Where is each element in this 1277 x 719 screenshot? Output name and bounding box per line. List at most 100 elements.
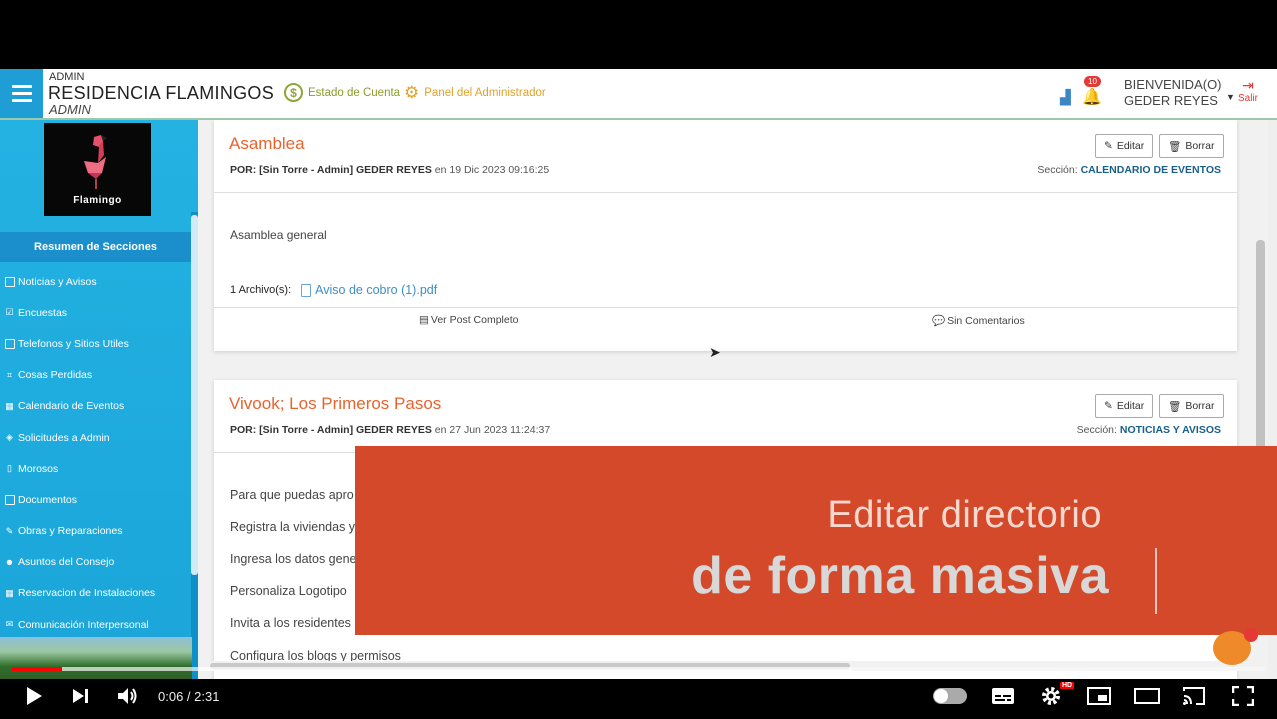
autoplay-toggle[interactable] bbox=[932, 684, 968, 708]
sidebar-photo bbox=[0, 637, 192, 679]
post-date: en 27 Jun 2023 11:24:37 bbox=[431, 424, 551, 436]
list-item: Personaliza Logotipo bbox=[230, 584, 347, 598]
cast-icon bbox=[1183, 687, 1205, 705]
sidebar: Flamingo Resumen de Secciones Noticias y… bbox=[0, 120, 198, 679]
view-label: Ver Post Completo bbox=[430, 314, 519, 326]
nav-panel-administrador[interactable]: ⚙ Panel del Administrador bbox=[404, 83, 546, 103]
trash-icon: 🗑 bbox=[1168, 140, 1182, 153]
flamingo-logo: Flamingo bbox=[44, 123, 151, 216]
next-button[interactable] bbox=[69, 684, 93, 708]
mouse-cursor-icon: ➤ bbox=[709, 344, 721, 360]
sidebar-item-calendario[interactable]: ▦ Calendario de Eventos bbox=[4, 391, 191, 422]
post-author: POR: [Sin Torre - Admin] GEDER REYES bbox=[230, 164, 432, 176]
buffered-bar bbox=[62, 667, 852, 671]
play-icon bbox=[27, 687, 42, 705]
subtitles-button[interactable] bbox=[990, 684, 1016, 708]
caret-down-icon[interactable]: ▼ bbox=[1226, 92, 1235, 102]
post-section: Sección: NOTICIAS Y AVISOS bbox=[1077, 424, 1221, 436]
sidebar-item-morosos[interactable]: ▯ Morosos bbox=[4, 453, 191, 484]
fullscreen-icon bbox=[1232, 686, 1254, 706]
divider bbox=[214, 307, 1237, 308]
section-label: Sección: bbox=[1076, 424, 1120, 436]
flamingo-icon bbox=[84, 135, 107, 189]
sidebar-item-label: Telefonos y Sitios Utiles bbox=[18, 337, 129, 350]
chart-icon[interactable]: ▟ bbox=[1060, 89, 1071, 106]
sidebar-item-label: Cosas Perdidas bbox=[18, 369, 93, 382]
post-title[interactable]: Vivook; Los Primeros Pasos bbox=[229, 394, 441, 414]
miniplayer-button[interactable] bbox=[1086, 684, 1112, 708]
user-menu[interactable]: BIENVENIDA(O) GEDER REYES bbox=[1124, 77, 1222, 109]
player-controls: 0:06 / 2:31 HD bbox=[0, 676, 1277, 719]
edit-button[interactable]: ✎ Editar bbox=[1095, 394, 1154, 418]
site-subtitle: ADMIN bbox=[49, 102, 91, 117]
sidebar-item-obras[interactable]: ✎ Obras y Reparaciones bbox=[4, 516, 191, 547]
comment-icon: 💬 bbox=[932, 315, 946, 327]
delete-label: Borrar bbox=[1185, 140, 1215, 152]
list-item: Ingresa los datos gene bbox=[230, 552, 357, 566]
square-icon bbox=[4, 338, 15, 349]
sidebar-scrollbar-thumb[interactable] bbox=[191, 215, 198, 575]
post-body: Asamblea general bbox=[230, 228, 327, 242]
cast-button[interactable] bbox=[1181, 684, 1207, 708]
sidebar-item-encuestas[interactable]: ☑ Encuestas bbox=[4, 297, 191, 328]
pencil-icon: ✎ bbox=[1104, 400, 1113, 412]
sidebar-item-asuntos[interactable]: ☻ Asuntos del Consejo bbox=[4, 547, 191, 578]
sidebar-item-label: Noticias y Avisos bbox=[18, 275, 97, 288]
attachment-link[interactable]: Aviso de cobro (1).pdf bbox=[301, 283, 437, 297]
text-cursor bbox=[1155, 548, 1157, 614]
section-value[interactable]: CALENDARIO DE EVENTOS bbox=[1081, 164, 1221, 176]
next-icon bbox=[73, 689, 88, 703]
binoculars-icon: ⌗ bbox=[6, 369, 13, 380]
view-full-post-link[interactable]: ▤ Ver Post Completo bbox=[419, 314, 518, 326]
trash-icon: 🗑 bbox=[1168, 400, 1182, 413]
sidebar-item-documentos[interactable]: Documentos bbox=[4, 484, 191, 515]
hamburger-line bbox=[11, 99, 32, 102]
header-icons: ▟ 🔔 10 bbox=[1060, 76, 1102, 109]
subtitles-icon bbox=[992, 688, 1014, 704]
sidebar-item-solicitudes[interactable]: ◈ Solicitudes a Admin bbox=[4, 422, 191, 453]
sidebar-item-label: Documentos bbox=[18, 493, 77, 506]
edit-button[interactable]: ✎ Editar bbox=[1095, 134, 1154, 158]
delete-button[interactable]: 🗑 Borrar bbox=[1159, 134, 1224, 158]
edit-label: Editar bbox=[1116, 140, 1145, 152]
play-button[interactable] bbox=[22, 684, 46, 708]
fullscreen-button[interactable] bbox=[1230, 684, 1256, 708]
sidebar-item-comunicacion[interactable]: ✉ Comunicación Interpersonal bbox=[4, 609, 191, 640]
sidebar-item-reservacion[interactable]: ▦ Reservacion de Instalaciones bbox=[4, 578, 191, 609]
sidebar-item-cosas-perdidas[interactable]: ⌗ Cosas Perdidas bbox=[4, 360, 191, 391]
bell-icon[interactable]: 🔔 bbox=[1082, 87, 1102, 107]
sections-summary-header[interactable]: Resumen de Secciones bbox=[0, 232, 191, 262]
sidebar-item-noticias[interactable]: Noticias y Avisos bbox=[4, 266, 191, 297]
delete-button[interactable]: 🗑 Borrar bbox=[1159, 394, 1224, 418]
document-icon bbox=[301, 283, 312, 297]
dollar-coin-icon: $ bbox=[284, 83, 303, 102]
comments-link[interactable]: 💬 Sin Comentarios bbox=[932, 314, 1025, 328]
post-title[interactable]: Asamblea bbox=[229, 134, 305, 154]
hamburger-menu-button[interactable] bbox=[0, 69, 43, 118]
sidebar-item-telefonos[interactable]: Telefonos y Sitios Utiles bbox=[4, 328, 191, 359]
calendar-icon: ▦ bbox=[5, 400, 14, 411]
checkbox-icon: ☑ bbox=[5, 307, 14, 318]
played-bar bbox=[12, 667, 62, 671]
logout-button[interactable]: ⇥ Salir bbox=[1238, 77, 1258, 104]
volume-icon bbox=[118, 688, 137, 704]
users-icon: ☻ bbox=[4, 557, 15, 568]
hd-badge: HD bbox=[1060, 682, 1075, 689]
list-item: Invita a los residentes bbox=[230, 616, 351, 630]
calendar-icon: ▦ bbox=[5, 587, 14, 598]
theater-mode-button[interactable] bbox=[1134, 684, 1160, 708]
toggle-switch bbox=[933, 688, 967, 704]
section-value[interactable]: NOTICIAS Y AVISOS bbox=[1120, 424, 1221, 436]
nav-estado-de-cuenta[interactable]: $ Estado de Cuenta bbox=[284, 83, 400, 102]
square-icon bbox=[4, 276, 15, 287]
video-progress-bar[interactable] bbox=[12, 667, 1265, 671]
volume-button[interactable] bbox=[116, 684, 140, 708]
files-count: 1 Archivo(s): bbox=[230, 284, 292, 296]
chat-notification-dot bbox=[1244, 628, 1258, 642]
logout-icon: ⇥ bbox=[1242, 77, 1254, 93]
section-label: Sección: bbox=[1037, 164, 1081, 176]
site-title[interactable]: RESIDENCIA FLAMINGOS bbox=[48, 83, 274, 104]
caption-line-2: de forma masiva bbox=[691, 547, 1109, 605]
hamburger-line bbox=[11, 85, 32, 88]
welcome-text: BIENVENIDA(O) bbox=[1124, 77, 1222, 92]
